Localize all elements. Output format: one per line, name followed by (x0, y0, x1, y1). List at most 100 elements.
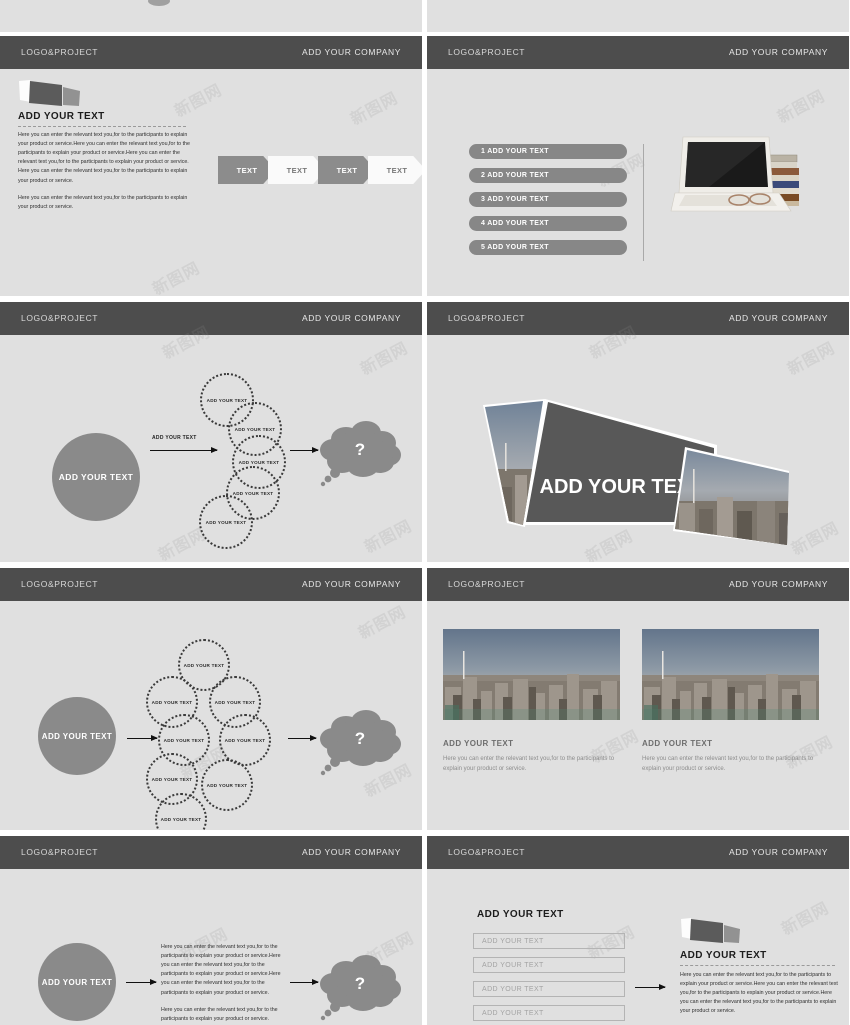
slide-angled-banner[interactable]: LOGO&PROJECT ADD YOUR COMPANY 新图网 新图网 新图… (427, 302, 849, 562)
paragraph-1: Here you can enter the relevant text you… (680, 972, 838, 1015)
logo-project-label: LOGO&PROJECT (448, 47, 526, 57)
slide-header-bar: LOGO&PROJECT ADD YOUR COMPANY (0, 36, 422, 69)
svg-text:?: ? (355, 974, 365, 993)
source-circle[interactable]: ADD YOUR TEXT (52, 433, 140, 521)
paragraph-2: Here you can enter the relevant text you… (18, 194, 188, 210)
slide-partial-top-left[interactable] (0, 0, 422, 32)
thought-bubble-result[interactable]: ? (318, 417, 402, 491)
watermark: 新图网 (774, 85, 829, 127)
input-placeholder: ADD YOUR TEXT (482, 1009, 544, 1017)
text-input-1[interactable]: ADD YOUR TEXT (473, 933, 625, 949)
arrow-source-to-cluster (127, 735, 158, 741)
pill-item-2[interactable]: 2 ADD YOUR TEXT (469, 168, 627, 183)
logo-project-label: LOGO&PROJECT (448, 847, 526, 857)
card-title: ADD YOUR TEXT (443, 739, 514, 748)
section-heading-block: ADD YOUR TEXT (18, 111, 186, 127)
slide-dotted-chain-diagram[interactable]: LOGO&PROJECT ADD YOUR COMPANY 新图网 新图网 新图… (0, 302, 422, 562)
slide-dotted-cluster-diagram[interactable]: LOGO&PROJECT ADD YOUR COMPANY 新图网 新图网 新图… (0, 568, 422, 830)
dotted-circle-label: ADD YOUR TEXT (206, 397, 248, 403)
watermark: 新图网 (788, 517, 843, 559)
chevron-step-1[interactable]: TEXT (218, 156, 276, 184)
numbered-pill-list: 1 ADD YOUR TEXT 2 ADD YOUR TEXT 3 ADD YO… (469, 144, 627, 255)
left-section-heading: ADD YOUR TEXT (477, 909, 564, 920)
watermark: 新图网 (778, 897, 833, 939)
chevron-label: TEXT (386, 165, 408, 175)
city-skyline-photo (443, 629, 620, 720)
slide-body: 新图网 新图网 1 ADD YOUR TEXT 2 ADD YOUR TEXT … (427, 69, 849, 296)
slide-body: 新图网 新图网 ADD YOUR TEXT ADD YOUR TEXT ADD … (427, 869, 849, 1025)
watermark: 新图网 (347, 87, 402, 129)
pill-item-1[interactable]: 1 ADD YOUR TEXT (469, 144, 627, 159)
thought-bubble-result[interactable]: ? (318, 706, 402, 780)
arrow-text-to-result (290, 979, 319, 985)
dotted-circle-label: ADD YOUR TEXT (205, 519, 247, 525)
pill-label: 3 ADD YOUR TEXT (481, 196, 549, 203)
chevron-step-2[interactable]: TEXT (268, 156, 326, 184)
slide-body: 新图网 新图网 ADD YOUR TEXT Here you can enter… (427, 601, 849, 830)
slide-body: 新图网 新图网 新图网 ADD YOUR TEXT Here you can e… (0, 69, 422, 296)
source-circle-label: ADD YOUR TEXT (41, 731, 113, 741)
slide-deck-contact-sheet: LOGO&PROJECT ADD YOUR COMPANY 新图网 新图网 新图… (0, 0, 850, 1025)
svg-text:?: ? (355, 440, 365, 459)
pill-label: 4 ADD YOUR TEXT (481, 220, 549, 227)
heading-divider (680, 965, 835, 966)
slide-partial-top-right[interactable] (427, 0, 849, 32)
company-label: ADD YOUR COMPANY (301, 47, 401, 57)
company-label: ADD YOUR COMPANY (301, 847, 401, 857)
photo-card-1[interactable]: ADD YOUR TEXT Here you can enter the rel… (443, 629, 620, 774)
dotted-circle-label: ADD YOUR TEXT (183, 662, 225, 668)
right-heading-block: ADD YOUR TEXT (680, 950, 835, 966)
arrow-cluster-to-result (290, 447, 319, 453)
body-copy-block: Here you can enter the relevant text you… (18, 131, 198, 212)
watermark: 新图网 (357, 337, 412, 379)
slide-header-bar: LOGO&PROJECT ADD YOUR COMPANY (427, 36, 849, 69)
logo-project-label: LOGO&PROJECT (21, 313, 99, 323)
pill-label: 5 ADD YOUR TEXT (481, 244, 549, 251)
text-input-4[interactable]: ADD YOUR TEXT (473, 1005, 625, 1021)
dotted-circle-label: ADD YOUR TEXT (238, 459, 280, 465)
angled-banner-graphic[interactable]: ADD YOUR TEXT (479, 397, 789, 545)
slide-two-photo-cards[interactable]: LOGO&PROJECT ADD YOUR COMPANY 新图网 新图网 AD… (427, 568, 849, 830)
thought-bubble-result[interactable]: ? (318, 951, 402, 1025)
input-placeholder: ADD YOUR TEXT (482, 937, 544, 945)
paragraph-2: Here you can enter the relevant text you… (161, 1006, 278, 1022)
dotted-circle-8[interactable]: ADD YOUR TEXT (155, 793, 207, 830)
pill-item-5[interactable]: 5 ADD YOUR TEXT (469, 240, 627, 255)
pill-label: 2 ADD YOUR TEXT (481, 172, 549, 179)
slide-circle-text-bubble[interactable]: LOGO&PROJECT ADD YOUR COMPANY 新图网 新图网 AD… (0, 836, 422, 1025)
brand-logomark-icon (681, 918, 740, 943)
pill-item-3[interactable]: 3 ADD YOUR TEXT (469, 192, 627, 207)
slide-body: 新图网 新图网 新图网 新图网 ADD YOUR TEXT ADD YOUR T… (0, 322, 422, 562)
text-input-2[interactable]: ADD YOUR TEXT (473, 957, 625, 973)
source-circle[interactable]: ADD YOUR TEXT (38, 943, 116, 1021)
arrow-cluster-to-result (288, 735, 317, 741)
chevron-process-row: TEXT TEXT TEXT TEXT (218, 156, 422, 184)
watermark: 新图网 (784, 337, 839, 379)
slide-numbered-list-with-photo[interactable]: LOGO&PROJECT ADD YOUR COMPANY 新图网 新图网 1 … (427, 36, 849, 296)
dotted-circle-5[interactable]: ADD YOUR TEXT (199, 495, 253, 549)
logo-project-label: LOGO&PROJECT (448, 579, 526, 589)
paragraph-1: Here you can enter the relevant text you… (161, 944, 281, 996)
slide-body: 新图网 新图网 ADD YOUR TEXT Here you can enter… (0, 869, 422, 1025)
input-field-list: ADD YOUR TEXT ADD YOUR TEXT ADD YOUR TEX… (473, 933, 625, 1025)
input-placeholder: ADD YOUR TEXT (482, 961, 544, 969)
pill-item-4[interactable]: 4 ADD YOUR TEXT (469, 216, 627, 231)
source-circle-label: ADD YOUR TEXT (58, 472, 134, 482)
dotted-circle-7[interactable]: ADD YOUR TEXT (201, 759, 253, 811)
vertical-divider (643, 144, 644, 261)
source-circle[interactable]: ADD YOUR TEXT (38, 697, 116, 775)
arrow-label: ADD YOUR TEXT (152, 435, 197, 441)
slide-header-bar: LOGO&PROJECT ADD YOUR COMPANY (427, 302, 849, 335)
slide-input-list-and-detail[interactable]: LOGO&PROJECT ADD YOUR COMPANY 新图网 新图网 AD… (427, 836, 849, 1025)
chevron-step-3[interactable]: TEXT (318, 156, 376, 184)
slide-text-and-chevrons[interactable]: LOGO&PROJECT ADD YOUR COMPANY 新图网 新图网 新图… (0, 36, 422, 296)
chevron-step-4[interactable]: TEXT (368, 156, 422, 184)
dotted-circle-label: ADD YOUR TEXT (206, 782, 248, 788)
photo-card-2[interactable]: ADD YOUR TEXT Here you can enter the rel… (642, 629, 819, 774)
dotted-circle-label: ADD YOUR TEXT (232, 490, 274, 496)
card-title: ADD YOUR TEXT (642, 739, 713, 748)
company-label: ADD YOUR COMPANY (728, 47, 828, 57)
slide-body: 新图网 新图网 新图网 ADD YOUR TEXT ADD YOUR TEXT … (0, 601, 422, 830)
banner-title: ADD YOUR TEXT (540, 476, 703, 498)
text-input-3[interactable]: ADD YOUR TEXT (473, 981, 625, 997)
